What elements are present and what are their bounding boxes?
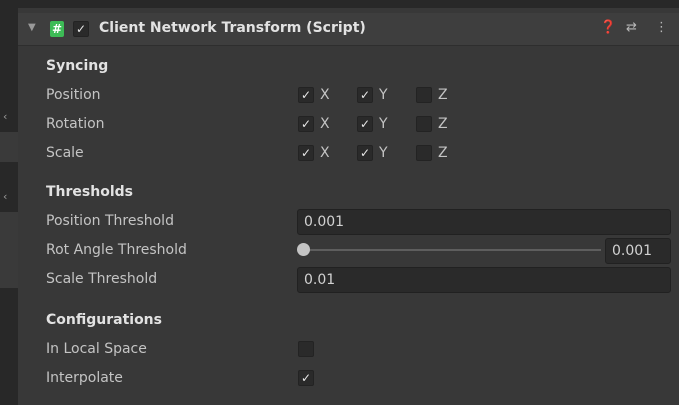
scale-z-checkbox[interactable] — [416, 145, 432, 161]
position-sync-z[interactable]: Z — [416, 87, 448, 103]
syncing-heading: Syncing — [46, 58, 109, 74]
position-threshold-label: Position Threshold — [46, 213, 174, 229]
gutter-strip-upper — [0, 132, 18, 162]
component-menu-icon[interactable]: ⋮ — [655, 20, 668, 35]
position-y-checkbox[interactable]: ✓ — [357, 87, 373, 103]
scale-sync-z[interactable]: Z — [416, 145, 448, 161]
scale-sync-y[interactable]: ✓ Y — [357, 145, 388, 161]
gutter-arrow-upper-icon: ‹ — [3, 110, 8, 123]
script-icon: # — [50, 21, 64, 37]
scale-threshold-field[interactable]: 0.01 — [297, 267, 671, 293]
axis-x-label: X — [320, 116, 330, 132]
rotation-x-checkbox[interactable]: ✓ — [298, 116, 314, 132]
rot-angle-slider-track[interactable] — [303, 249, 601, 251]
axis-z-label: Z — [438, 116, 448, 132]
scale-label: Scale — [46, 145, 84, 161]
help-icon[interactable]: ❓ — [600, 20, 616, 35]
position-label: Position — [46, 87, 101, 103]
scale-threshold-label: Scale Threshold — [46, 271, 158, 287]
axis-z-label: Z — [438, 87, 448, 103]
axis-x-label: X — [320, 145, 330, 161]
gutter-arrow-lower-icon: ‹ — [3, 190, 8, 203]
scale-y-checkbox[interactable]: ✓ — [357, 145, 373, 161]
component-header[interactable]: ▼ # ✓ Client Network Transform (Script) … — [18, 13, 679, 46]
gutter-strip-lower — [0, 212, 18, 288]
rotation-z-checkbox[interactable] — [416, 116, 432, 132]
rot-angle-threshold-label: Rot Angle Threshold — [46, 242, 187, 258]
axis-x-label: X — [320, 87, 330, 103]
interpolate-label: Interpolate — [46, 370, 123, 386]
configurations-heading: Configurations — [46, 312, 162, 328]
component-title: Client Network Transform (Script) — [99, 20, 366, 36]
rotation-sync-y[interactable]: ✓ Y — [357, 116, 388, 132]
rotation-sync-z[interactable]: Z — [416, 116, 448, 132]
scale-sync-x[interactable]: ✓ X — [298, 145, 330, 161]
rotation-label: Rotation — [46, 116, 105, 132]
position-z-checkbox[interactable] — [416, 87, 432, 103]
foldout-arrow-icon[interactable]: ▼ — [28, 22, 36, 33]
interpolate-checkbox[interactable]: ✓ — [298, 370, 314, 386]
in-local-space-label: In Local Space — [46, 341, 147, 357]
rotation-sync-x[interactable]: ✓ X — [298, 116, 330, 132]
thresholds-heading: Thresholds — [46, 184, 133, 200]
presets-icon[interactable]: ⇄ — [626, 20, 637, 35]
rotation-y-checkbox[interactable]: ✓ — [357, 116, 373, 132]
axis-y-label: Y — [379, 116, 388, 132]
position-x-checkbox[interactable]: ✓ — [298, 87, 314, 103]
inspector-top-edge — [18, 0, 679, 8]
rot-angle-threshold-field[interactable]: 0.001 — [605, 238, 671, 264]
axis-y-label: Y — [379, 87, 388, 103]
scale-x-checkbox[interactable]: ✓ — [298, 145, 314, 161]
position-sync-x[interactable]: ✓ X — [298, 87, 330, 103]
axis-z-label: Z — [438, 145, 448, 161]
axis-y-label: Y — [379, 145, 388, 161]
position-threshold-field[interactable]: 0.001 — [297, 209, 671, 235]
rot-angle-slider-thumb[interactable] — [297, 243, 310, 256]
in-local-space-checkbox[interactable] — [298, 341, 314, 357]
position-sync-y[interactable]: ✓ Y — [357, 87, 388, 103]
component-enabled-checkbox[interactable]: ✓ — [73, 21, 89, 37]
